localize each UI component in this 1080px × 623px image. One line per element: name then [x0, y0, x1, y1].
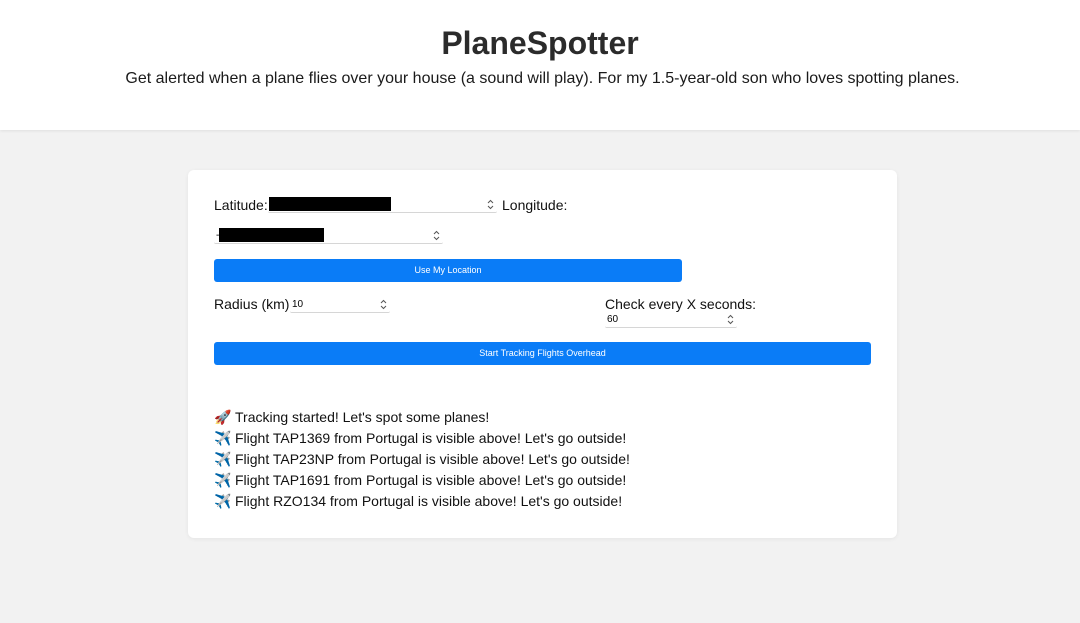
log-item: ✈️ Flight TAP1691 from Portugal is visibl… — [214, 470, 874, 491]
airplane-icon: ✈️ — [214, 493, 232, 509]
interval-label: Check every X seconds: — [605, 296, 756, 312]
latitude-input[interactable] — [268, 197, 497, 213]
redacted-value — [219, 228, 324, 242]
log-item: ✈️ Flight RZO134 from Portugal is visible… — [214, 491, 874, 512]
log-text: Flight RZO134 from Portugal is visible a… — [235, 493, 623, 509]
log-text: Flight TAP23NP from Portugal is visible … — [235, 451, 630, 467]
spinner-icon[interactable] — [727, 314, 734, 325]
log-item: ✈️ Flight TAP23NP from Portugal is visibl… — [214, 449, 874, 470]
longitude-label: Longitude: — [502, 197, 568, 213]
airplane-icon: ✈️ — [214, 472, 232, 488]
page-tagline: Get alerted when a plane flies over your… — [125, 70, 960, 87]
rocket-icon: 🚀 — [214, 409, 232, 425]
spinner-icon[interactable] — [487, 199, 494, 210]
airplane-icon: ✈️ — [214, 430, 232, 446]
airplane-icon: ✈️ — [214, 451, 232, 467]
interval-input[interactable]: 60 — [605, 312, 737, 328]
page-header: PlaneSpotter Get alerted when a plane fl… — [0, 0, 1080, 130]
page-title: PlaneSpotter — [441, 25, 639, 61]
use-location-button[interactable]: Use My Location — [214, 259, 682, 282]
radius-input[interactable]: 10 — [290, 297, 390, 313]
tracker-card: Latitude: Longitude: - Use My Location R… — [188, 170, 897, 538]
log-text: Tracking started! Let's spot some planes… — [235, 409, 490, 425]
radius-value: 10 — [292, 299, 304, 310]
spinner-icon[interactable] — [433, 230, 440, 241]
log-text: Flight TAP1691 from Portugal is visible … — [235, 472, 627, 488]
tracking-log: 🚀 Tracking started! Let's spot some plane… — [214, 407, 874, 512]
radius-label: Radius (km): — [214, 296, 294, 312]
log-text: Flight TAP1369 from Portugal is visible … — [235, 430, 627, 446]
log-item: 🚀 Tracking started! Let's spot some plane… — [214, 407, 874, 428]
log-item: ✈️ Flight TAP1369 from Portugal is visibl… — [214, 428, 874, 449]
redacted-value — [269, 197, 391, 211]
interval-value: 60 — [607, 314, 619, 325]
latitude-label: Latitude: — [214, 197, 268, 213]
start-tracking-button[interactable]: Start Tracking Flights Overhead — [214, 342, 871, 365]
spinner-icon[interactable] — [380, 299, 387, 310]
longitude-input[interactable]: - — [214, 228, 443, 244]
